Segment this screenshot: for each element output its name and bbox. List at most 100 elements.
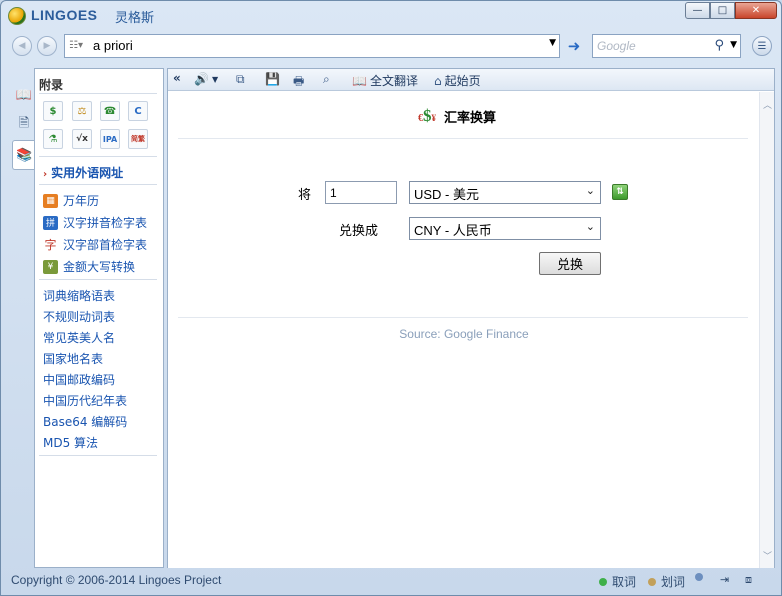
window-icon: ⧈ xyxy=(745,573,752,586)
chevron-right-icon: › xyxy=(43,169,48,180)
appendix-link[interactable]: 常见英美人名 xyxy=(43,329,115,346)
currency-converter: €$¥ 汇率换算 将 USD - 美元 ⌄ ⇅ 兑换成 CNY - 人民币 ⌄ … xyxy=(168,92,760,568)
appendix-panel: 附录 $ ⚖ ☎ C ⚗ √x IPA 简繁 › 实用外语网址 ▦ 万年历 拼汉字拼… xyxy=(34,68,164,568)
document-search-icon: 🗎 xyxy=(18,116,30,131)
appendix-link[interactable]: 中国历代纪年表 xyxy=(43,392,127,409)
simplified-traditional-tool-icon[interactable]: 简繁 xyxy=(128,129,148,149)
collapse-panel-button[interactable]: « xyxy=(173,71,181,85)
to-currency-select[interactable]: CNY - 人民币 ⌄ xyxy=(409,217,601,240)
swap-currency-button[interactable]: ⇅ xyxy=(612,184,628,200)
search-go-button[interactable]: ➜ xyxy=(564,37,584,55)
history-list-icon[interactable]: ☷▾ xyxy=(69,40,87,52)
vertical-scrollbar[interactable]: ︿ ﹀ xyxy=(759,92,774,568)
side-tabs: 📖 🗎 📚 xyxy=(9,68,36,568)
search-dropdown-arrow[interactable]: ▼ xyxy=(549,38,556,48)
from-currency-value: USD - 美元 xyxy=(414,187,480,202)
app-title: LINGOES xyxy=(31,7,98,23)
math-tool-icon[interactable]: √x xyxy=(72,129,92,149)
book-translate-icon: 📖 xyxy=(352,73,367,88)
divider xyxy=(39,279,157,280)
fulltext-translate-button[interactable]: 📖 全文翻译 xyxy=(352,72,418,89)
status-bar: Copyright © 2006-2014 Lingoes Project 取词… xyxy=(1,568,781,595)
chevron-down-icon: ⌄ xyxy=(585,221,595,233)
dictionary-tab[interactable]: 📖 xyxy=(13,82,35,108)
appendix-books-icon: 📚 xyxy=(16,147,33,163)
find-button[interactable]: ⌕ xyxy=(323,72,330,87)
amount-label: 将 xyxy=(298,188,312,203)
app-title-cn: 灵格斯 xyxy=(115,11,155,26)
home-button[interactable]: ⌂ 起始页 xyxy=(434,72,481,89)
select-word-toggle[interactable]: 划词 xyxy=(648,573,685,590)
convert-to-label: 兑换成 xyxy=(339,224,379,239)
maximize-button[interactable]: □ xyxy=(710,2,735,19)
money-icon: ¥ xyxy=(43,259,58,274)
divider xyxy=(178,317,748,318)
title-bar: LINGOES 灵格斯 — □ ✕ xyxy=(1,1,781,29)
back-button[interactable]: ◀ xyxy=(12,36,32,56)
appendix-link[interactable]: 不规则动词表 xyxy=(43,308,115,325)
amount-input[interactable] xyxy=(325,181,397,204)
pin-icon: ⇥ xyxy=(720,573,730,586)
app-window: LINGOES 灵格斯 — □ ✕ ◀ ▶ ☷▾ a priori ▼ ➜ Go… xyxy=(0,0,782,596)
binoculars-icon: ⌕ xyxy=(323,72,330,86)
chevron-down-icon: ▼ xyxy=(211,74,219,84)
useful-sites-link[interactable]: › 实用外语网址 xyxy=(43,164,123,181)
appendix-link[interactable]: 中国邮政编码 xyxy=(43,371,115,388)
calendar-icon: ▦ xyxy=(43,193,58,208)
google-search-input[interactable]: Google ⚲ ▼ xyxy=(592,34,741,58)
scroll-down-icon[interactable]: ﹀ xyxy=(762,549,773,562)
home-icon: ⌂ xyxy=(434,73,442,88)
printer-icon: 🖶 xyxy=(293,74,305,88)
minimize-button[interactable]: — xyxy=(685,2,710,19)
window-controls: — □ ✕ xyxy=(685,2,777,19)
calculator-tool-icon[interactable]: C xyxy=(128,101,148,121)
appendix-link[interactable]: 词典缩略语表 xyxy=(43,287,115,304)
from-currency-select[interactable]: USD - 美元 ⌄ xyxy=(409,181,601,204)
money-convert-link[interactable]: ¥ 金额大写转换 xyxy=(43,258,135,275)
google-dropdown-arrow[interactable]: ▼ xyxy=(730,40,737,50)
search-icon[interactable]: ⚲ xyxy=(714,38,724,53)
save-icon: 💾 xyxy=(265,72,280,86)
speaker-button[interactable]: 🔊 ▼ xyxy=(194,72,218,86)
unit-tool-icon[interactable]: ⚖ xyxy=(72,101,92,121)
divider xyxy=(39,156,157,157)
convert-button[interactable]: 兑换 xyxy=(539,252,601,275)
appendix-tab[interactable]: 📚 xyxy=(12,140,36,170)
phone-tool-icon[interactable]: ☎ xyxy=(100,101,120,121)
book-icon: 📖 xyxy=(15,87,33,103)
pin-button[interactable]: ⇥ xyxy=(720,573,729,586)
main-menu-button[interactable]: ☰ xyxy=(752,36,772,56)
appendix-link[interactable]: Base64 编解码 xyxy=(43,413,127,430)
calendar-link[interactable]: ▦ 万年历 xyxy=(43,192,99,209)
to-currency-value: CNY - 人民币 xyxy=(414,223,492,238)
pick-word-toggle[interactable]: 取词 xyxy=(599,573,636,590)
status-dot-icon xyxy=(599,577,607,586)
save-button[interactable]: 💾 xyxy=(265,72,280,86)
divider xyxy=(39,455,157,456)
scroll-up-icon[interactable]: ︿ xyxy=(762,98,773,111)
ipa-tool-icon[interactable]: IPA xyxy=(100,129,120,149)
appendix-link[interactable]: MD5 算法 xyxy=(43,434,98,451)
chemistry-tool-icon[interactable]: ⚗ xyxy=(43,129,63,149)
copy-button[interactable]: ⧉ xyxy=(236,72,245,87)
copyright-text: Copyright © 2006-2014 Lingoes Project xyxy=(11,573,222,587)
currency-tool-icon[interactable]: $ xyxy=(43,101,63,121)
divider xyxy=(178,138,748,139)
search-input[interactable]: ☷▾ a priori ▼ xyxy=(64,34,560,58)
google-placeholder: Google xyxy=(597,39,636,53)
appendix-link[interactable]: 国家地名表 xyxy=(43,350,103,367)
converter-header: €$¥ 汇率换算 xyxy=(418,106,496,126)
forward-button[interactable]: ▶ xyxy=(37,36,57,56)
close-button[interactable]: ✕ xyxy=(735,2,777,19)
pinyin-link[interactable]: 拼汉字拼音检字表 xyxy=(43,214,147,231)
converter-title: 汇率换算 xyxy=(444,110,497,126)
print-button[interactable]: 🖶 xyxy=(293,72,304,93)
radical-link[interactable]: 字汉字部首检字表 xyxy=(43,236,147,253)
translate-tab[interactable]: 🗎 xyxy=(13,112,35,138)
speaker-icon: 🔊 xyxy=(194,72,209,86)
mini-window-button[interactable]: ⧈ xyxy=(745,573,752,587)
arrow-left-icon: ◀ xyxy=(18,41,26,51)
options-dot-icon xyxy=(695,573,703,581)
options-button[interactable] xyxy=(695,573,708,581)
copy-icon: ⧉ xyxy=(236,72,245,86)
